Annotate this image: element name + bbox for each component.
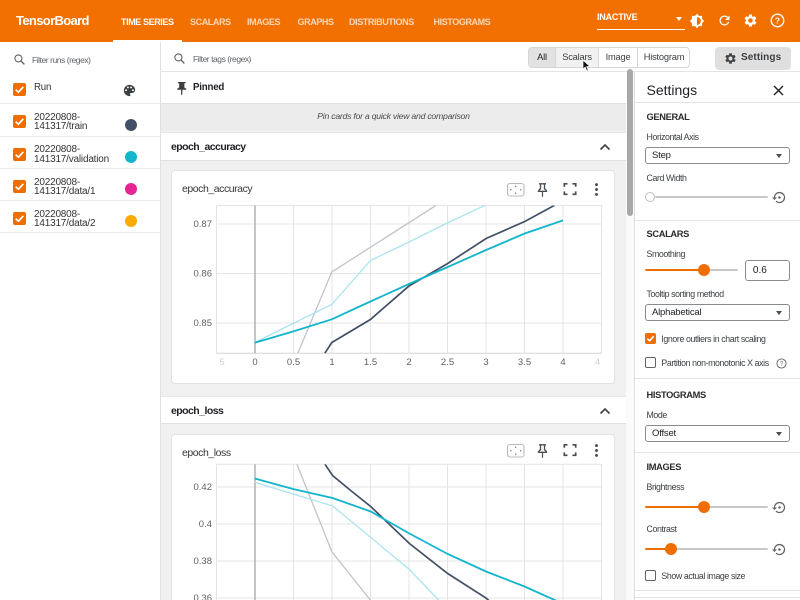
svg-text:2.5: 2.5 (441, 357, 454, 368)
svg-text:0.5: 0.5 (287, 357, 300, 368)
svg-text:0.86: 0.86 (194, 268, 213, 279)
svg-text:0.42: 0.42 (194, 482, 213, 493)
svg-text:?: ? (779, 361, 783, 367)
svg-text:3.5: 3.5 (518, 357, 531, 368)
svg-text:0: 0 (252, 357, 257, 368)
svg-text:4.5: 4.5 (595, 357, 608, 368)
svg-text:0.85: 0.85 (194, 318, 213, 329)
svg-text:0.38: 0.38 (194, 556, 213, 567)
svg-text:0.87: 0.87 (194, 219, 213, 230)
svg-text:?: ? (775, 15, 780, 25)
svg-text:0.4: 0.4 (199, 519, 212, 530)
svg-text:4: 4 (560, 357, 565, 368)
svg-text:1.5: 1.5 (364, 357, 377, 368)
svg-text:-0.5: -0.5 (208, 357, 224, 368)
svg-text:1: 1 (329, 357, 334, 368)
svg-text:3: 3 (483, 357, 488, 368)
svg-text:0.36: 0.36 (194, 593, 213, 600)
svg-text:2: 2 (406, 357, 411, 368)
